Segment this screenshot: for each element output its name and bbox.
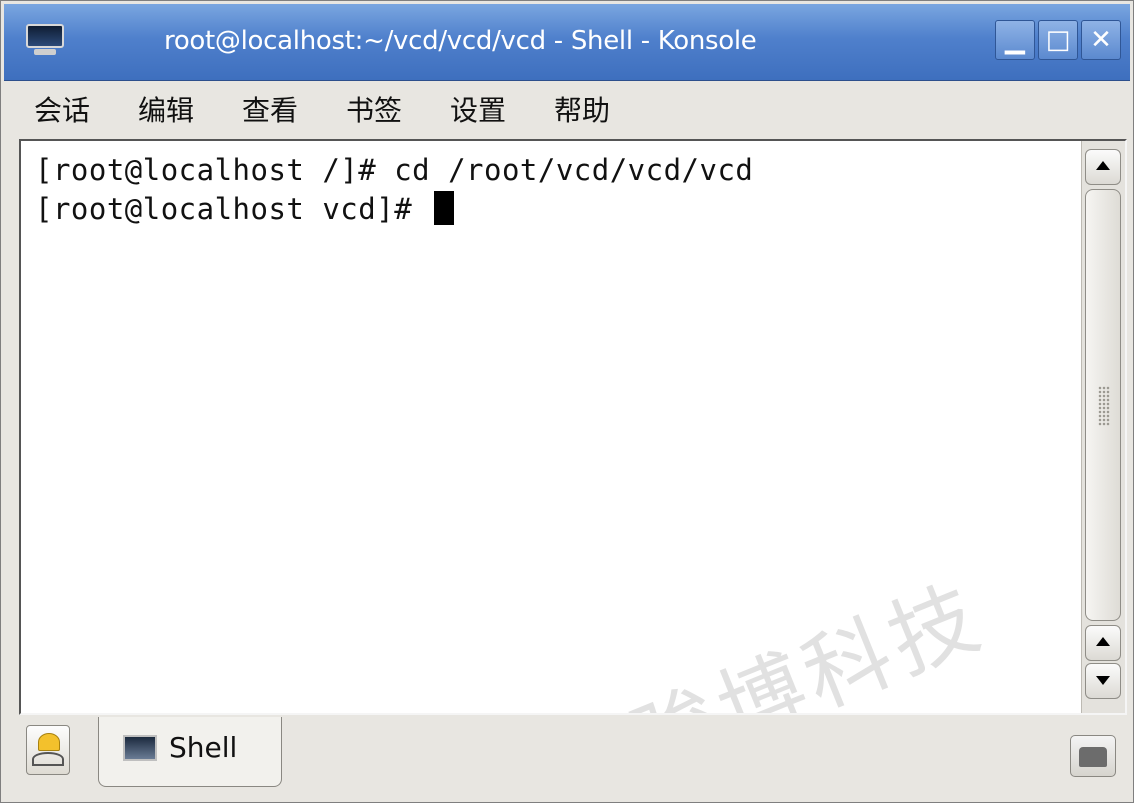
- maximize-button[interactable]: □: [1038, 20, 1078, 60]
- window-title: root@localhost:~/vcd/vcd/vcd - Shell - K…: [164, 26, 757, 56]
- close-button[interactable]: ✕: [1081, 20, 1121, 60]
- monitor-screen: [26, 24, 64, 48]
- new-session-icon-base: [32, 752, 64, 766]
- menu-bookmarks[interactable]: 书签: [346, 89, 402, 129]
- session-tab-bar: Shell: [4, 717, 1130, 799]
- konsole-window: root@localhost:~/vcd/vcd/vcd - Shell - K…: [0, 0, 1134, 803]
- terminal-prompt-line: [root@localhost vcd]#: [35, 191, 455, 226]
- menu-settings[interactable]: 设置: [450, 89, 506, 129]
- grip-icon: [1098, 386, 1110, 426]
- scroll-up-button-lower[interactable]: [1085, 625, 1121, 661]
- watermark: 骏博科技: [618, 566, 998, 713]
- menu-help[interactable]: 帮助: [554, 89, 610, 129]
- new-session-icon: [38, 733, 60, 751]
- arrow-up-icon: [1096, 637, 1110, 646]
- menu-session[interactable]: 会话: [34, 89, 90, 129]
- title-bar[interactable]: root@localhost:~/vcd/vcd/vcd - Shell - K…: [4, 4, 1130, 81]
- monitor-base: [34, 49, 56, 55]
- text-cursor: [434, 191, 455, 225]
- arrow-down-icon: [1096, 676, 1110, 685]
- scroll-down-button[interactable]: [1085, 663, 1121, 699]
- scrollbar-thumb[interactable]: [1085, 189, 1121, 621]
- close-session-icon: [1079, 747, 1107, 767]
- maximize-icon: □: [1045, 25, 1071, 55]
- menu-bar: 会话 编辑 查看 书签 设置 帮助: [4, 81, 1130, 131]
- new-session-button[interactable]: [26, 725, 70, 775]
- terminal-frame: [root@localhost /]# cd /root/vcd/vcd/vcd…: [19, 139, 1127, 715]
- close-icon: ✕: [1090, 25, 1112, 55]
- minimize-icon: ▁: [1005, 25, 1025, 55]
- tab-label: Shell: [169, 731, 238, 764]
- arrow-up-icon: [1096, 161, 1110, 170]
- vertical-scrollbar[interactable]: [1081, 141, 1125, 713]
- minimize-button[interactable]: ▁: [995, 20, 1035, 60]
- tab-shell[interactable]: Shell: [98, 717, 282, 787]
- terminal-line: [root@localhost /]# cd /root/vcd/vcd/vcd: [35, 153, 754, 187]
- menu-view[interactable]: 查看: [242, 89, 298, 129]
- menu-edit[interactable]: 编辑: [138, 89, 194, 129]
- terminal-output[interactable]: [root@localhost /]# cd /root/vcd/vcd/vcd…: [21, 141, 1081, 713]
- close-session-button[interactable]: [1070, 735, 1116, 777]
- terminal-monitor-icon[interactable]: [24, 22, 66, 56]
- shell-terminal-icon: [123, 735, 157, 761]
- scroll-up-button[interactable]: [1085, 149, 1121, 185]
- terminal-prompt: [root@localhost vcd]#: [35, 192, 431, 226]
